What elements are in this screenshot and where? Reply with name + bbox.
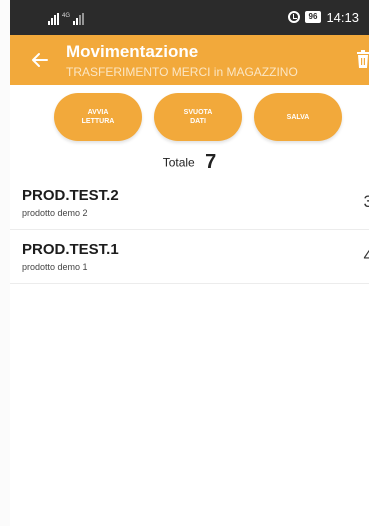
battery-icon: 96 <box>304 11 322 23</box>
status-right: 96 14:13 <box>287 9 359 25</box>
product-quantity: 3 <box>363 192 369 211</box>
page-subtitle: TRASFERIMENTO MERCI in MAGAZZINO <box>66 65 298 79</box>
total-label: Totale <box>162 155 195 170</box>
action-buttons: AVVIA LETTURA SVUOTA DATI SALVA <box>10 93 369 143</box>
product-description: prodotto demo 2 <box>22 208 88 218</box>
status-bar: 4G 96 14:13 <box>10 0 369 35</box>
start-reading-label-line2: LETTURA <box>81 118 115 125</box>
product-list: PROD.TEST.2 prodotto demo 2 3 PROD.TEST.… <box>10 176 369 284</box>
signal-icon-secondary <box>73 13 85 25</box>
save-label: SALVA <box>286 113 310 121</box>
list-item[interactable]: PROD.TEST.1 prodotto demo 1 4 <box>10 230 369 284</box>
signal-icon <box>48 13 59 25</box>
alarm-icon <box>287 11 300 23</box>
clear-data-button[interactable]: SVUOTA DATI <box>154 93 242 141</box>
app-screen: 4G 96 14:13 Movimentazione TRASFERIMENTO… <box>10 0 369 526</box>
save-button[interactable]: SALVA <box>254 93 342 141</box>
start-reading-button[interactable]: AVVIA LETTURA <box>54 93 142 141</box>
start-reading-label-line1: AVVIA <box>87 109 109 116</box>
arrow-left-icon[interactable] <box>30 50 50 70</box>
clock: 14:13 <box>326 9 359 25</box>
product-code: PROD.TEST.2 <box>22 187 119 204</box>
app-bar: Movimentazione TRASFERIMENTO MERCI in MA… <box>10 35 369 85</box>
network-type-label: 4G <box>62 13 71 19</box>
product-description: prodotto demo 1 <box>22 262 88 272</box>
product-quantity: 4 <box>363 246 369 265</box>
trash-icon[interactable] <box>357 50 369 68</box>
total-summary: Totale 7 <box>10 151 369 174</box>
product-code: PROD.TEST.1 <box>22 241 119 258</box>
list-item[interactable]: PROD.TEST.2 prodotto demo 2 3 <box>10 176 369 230</box>
signal-indicators: 4G <box>48 11 85 25</box>
page-title: Movimentazione <box>66 42 199 61</box>
total-value: 7 <box>205 151 217 173</box>
clear-data-label: SVUOTA DATI <box>183 109 213 125</box>
